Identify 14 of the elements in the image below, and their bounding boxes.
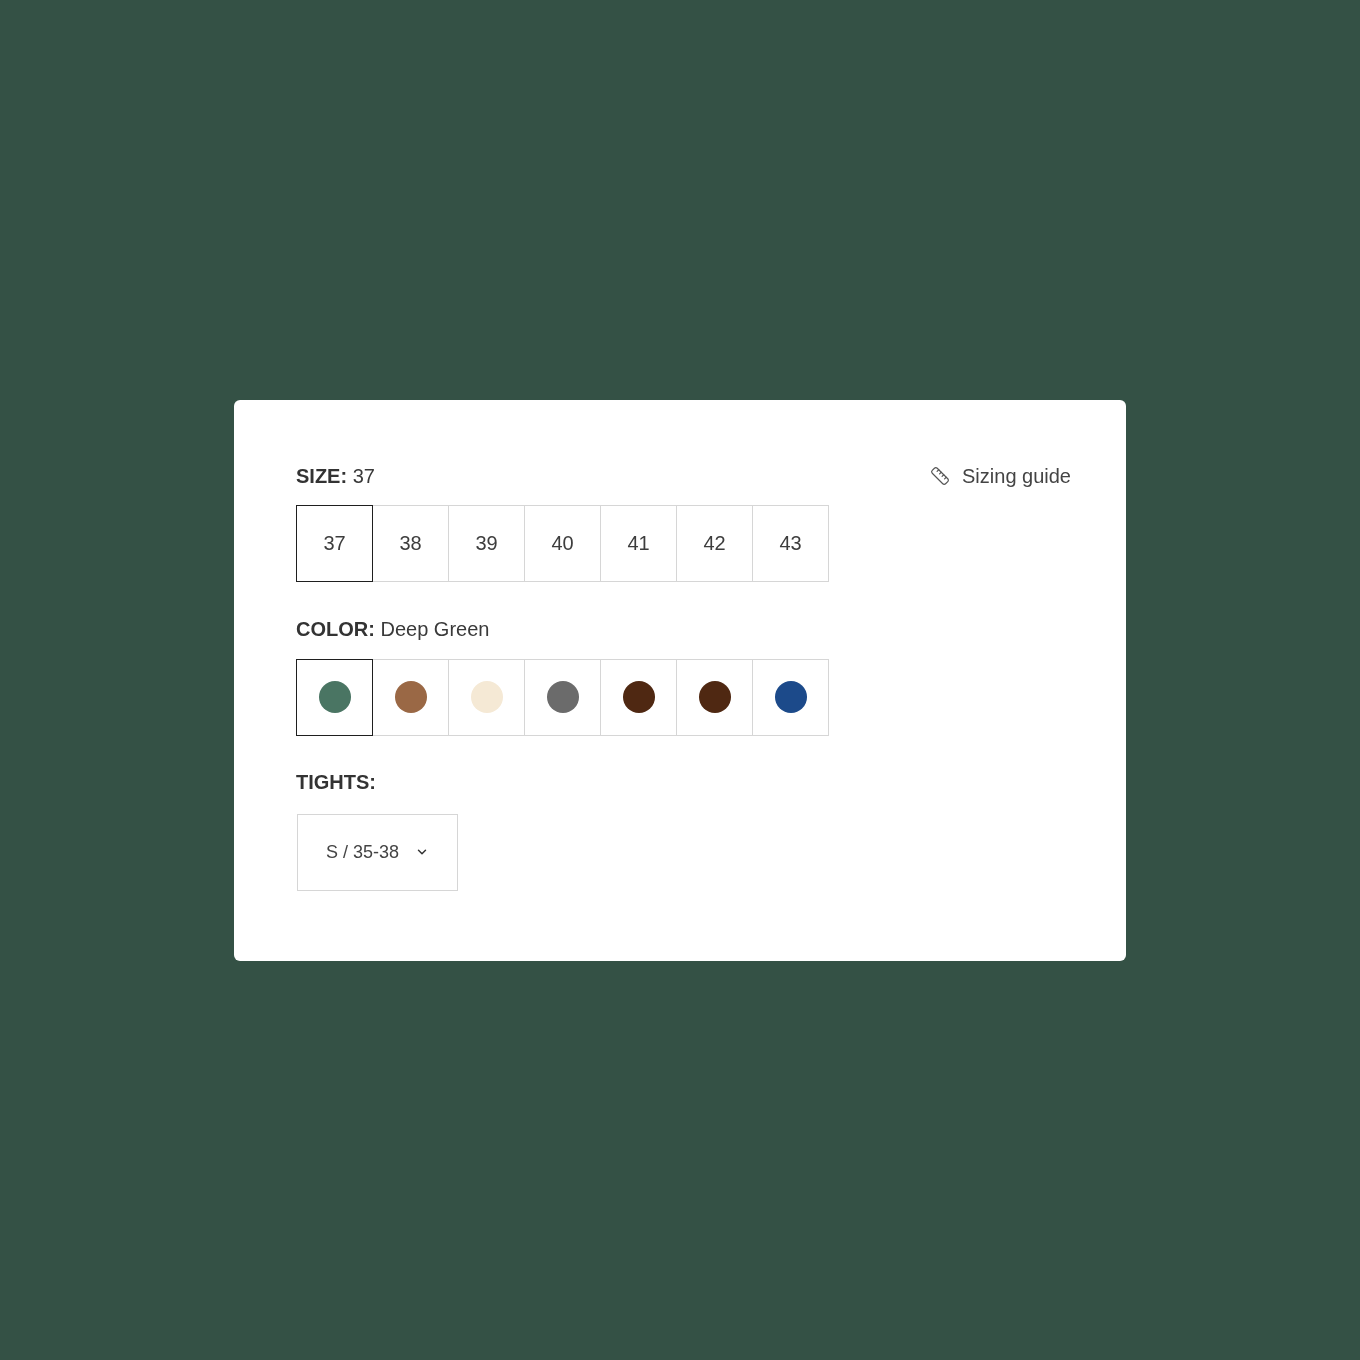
ruler-icon [930,465,951,486]
size-option[interactable]: 39 [448,504,525,582]
size-option[interactable]: 40 [524,504,601,582]
color-heading: COLOR: Deep Green [296,616,491,641]
tights-select[interactable]: S / 35-38 [297,813,458,891]
size-option[interactable]: 41 [600,504,677,582]
swatch-option[interactable] [296,658,373,736]
size-heading: SIZE: 37 [296,463,375,488]
tights-heading: TIGHTS: [296,769,377,794]
size-option[interactable]: 43 [752,504,829,582]
size-option[interactable]: 42 [676,504,753,582]
size-option[interactable]: 38 [372,504,449,582]
size-option[interactable]: 37 [296,504,373,582]
sizing-guide-link[interactable]: Sizing guide [930,463,1071,488]
